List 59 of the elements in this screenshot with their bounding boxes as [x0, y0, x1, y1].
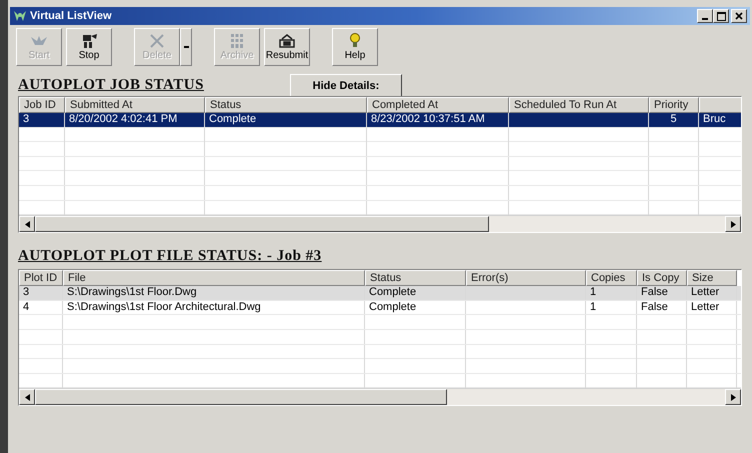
column-header[interactable]: Plot ID — [19, 270, 63, 286]
maximize-button[interactable] — [713, 9, 729, 23]
column-header[interactable]: Size — [687, 270, 737, 286]
list-row[interactable]: 3 8/20/2002 4:02:41 PM Complete 8/23/2002 10:37:51 AM 5 Bruc — [19, 113, 741, 128]
column-header[interactable]: File — [63, 270, 365, 286]
column-header[interactable]: Status — [365, 270, 466, 286]
column-header[interactable]: Copies — [586, 270, 637, 286]
table-cell: Complete — [369, 286, 416, 298]
column-header[interactable]: Error(s) — [466, 270, 586, 286]
close-button[interactable] — [731, 9, 747, 23]
table-cell: 5 — [670, 113, 677, 125]
caret-icon — [184, 46, 188, 48]
table-cell: 1 — [590, 286, 596, 298]
maximize-icon — [716, 12, 726, 20]
table-cell: Letter — [691, 300, 720, 313]
tray-icon — [278, 33, 296, 49]
table-cell: 3 — [23, 286, 30, 298]
horizontal-scrollbar[interactable] — [19, 215, 741, 232]
hide-details-button[interactable]: Hide Details: — [290, 74, 402, 98]
left-arrow-icon — [24, 220, 30, 228]
column-header[interactable]: Completed At — [367, 97, 509, 113]
table-cell: 8/23/2002 10:37:51 AM — [371, 113, 485, 125]
column-header[interactable]: Priority — [649, 97, 699, 113]
column-header[interactable]: Scheduled To Run At — [509, 97, 649, 113]
close-icon — [149, 33, 165, 49]
table-cell: Complete — [369, 300, 416, 313]
table-cell: S:\Drawings\1st Floor.Dwg — [67, 286, 197, 298]
lightbulb-icon — [349, 33, 361, 49]
table-cell: Complete — [209, 113, 256, 125]
table-cell: 3 — [23, 113, 30, 125]
column-header[interactable]: Job ID — [19, 97, 65, 113]
list-row[interactable]: 4 S:\Drawings\1st Floor Architectural.Dwg Complete 1 False Letter — [19, 300, 741, 316]
toolbar-button[interactable]: Stop — [66, 28, 112, 66]
left-arrow-icon — [24, 394, 30, 401]
table-cell: Bruc — [703, 113, 726, 125]
column-header[interactable]: Submitted At — [65, 97, 205, 113]
toolbar-button[interactable]: Resubmit — [264, 28, 310, 66]
window-title: Virtual ListView — [30, 10, 112, 22]
close-icon — [735, 12, 743, 20]
section-heading: AUTOPLOT JOB STATUS — [18, 77, 204, 94]
minimize-button[interactable] — [697, 9, 713, 23]
toolbar-button[interactable]: Help — [332, 28, 378, 66]
table-cell: S:\Drawings\1st Floor Architectural.Dwg — [67, 300, 261, 313]
table-cell: False — [641, 300, 668, 313]
section-heading: AUTOPLOT PLOT FILE STATUS: - Job #3 — [18, 248, 322, 266]
grid-icon — [229, 33, 245, 49]
column-header[interactable] — [699, 97, 741, 113]
right-arrow-icon — [730, 394, 736, 401]
table-cell: 1 — [590, 300, 596, 313]
list-row[interactable]: 3 S:\Drawings\1st Floor.Dwg Complete 1 False Letter — [19, 286, 741, 301]
table-cell: 4 — [23, 300, 30, 313]
column-header[interactable]: Is Copy — [637, 270, 687, 286]
table-cell: 8/20/2002 4:02:41 PM — [69, 113, 178, 125]
horizontal-scrollbar[interactable] — [19, 388, 741, 406]
table-cell: False — [641, 286, 668, 298]
right-arrow-icon — [730, 220, 736, 228]
table-cell: Letter — [691, 286, 720, 298]
app-icon — [13, 10, 27, 22]
column-header[interactable]: Status — [205, 97, 367, 113]
